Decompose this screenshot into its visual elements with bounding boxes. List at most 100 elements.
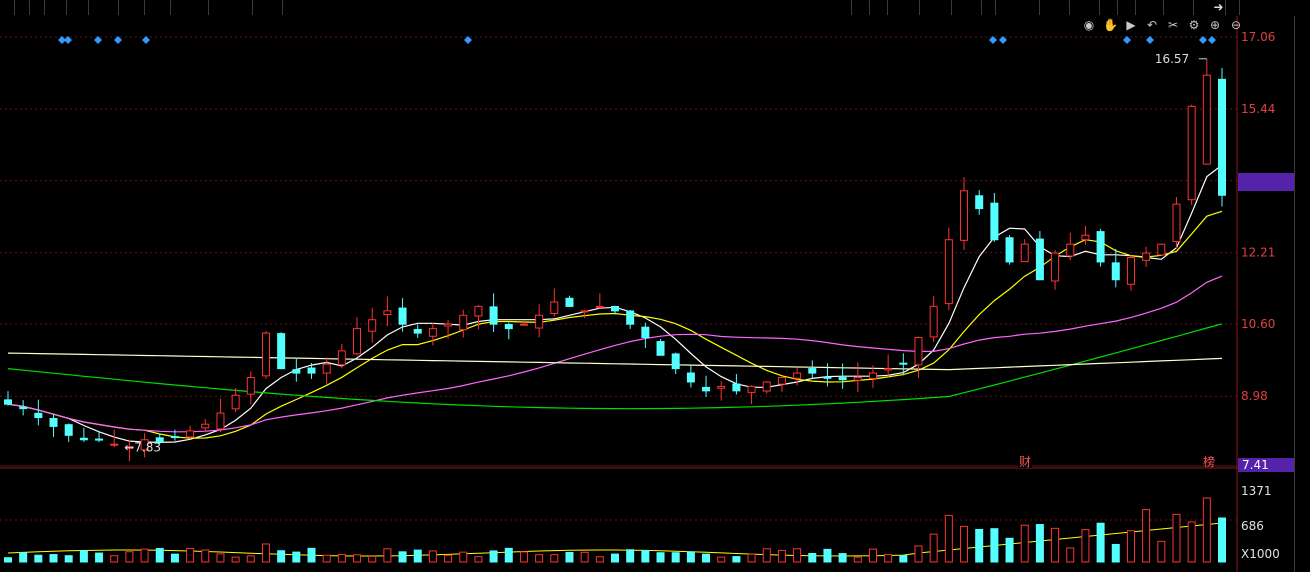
toolbar-button-9[interactable] (1100, 0, 1118, 15)
low-price-label: ←7.83 (124, 440, 161, 454)
period-button-10[interactable] (253, 0, 283, 15)
candle-body (656, 341, 665, 356)
period-button-6[interactable] (119, 0, 145, 15)
volume-bar (292, 551, 301, 563)
candle-body (595, 305, 604, 308)
toolbar-button-4[interactable] (920, 0, 952, 15)
candle-body (337, 350, 346, 366)
period-button-7[interactable] (145, 0, 171, 15)
period-button-4[interactable] (67, 0, 89, 15)
exit-fullscreen-icon[interactable]: ➜ (1212, 0, 1226, 15)
price-axis-label: 8.98 (1241, 389, 1268, 403)
volume-bar (550, 554, 559, 563)
volume-bar (1051, 527, 1060, 563)
candle-body (444, 323, 453, 327)
candle-body (823, 376, 832, 379)
candle-body (201, 423, 210, 429)
candle-body (95, 438, 104, 441)
play-icon[interactable]: ▶ (1124, 18, 1138, 32)
hand-icon[interactable]: ✋ (1103, 18, 1118, 32)
volume-bar (307, 547, 316, 563)
period-button-8[interactable] (171, 0, 209, 15)
volume-bar (914, 545, 923, 563)
volume-bar (19, 552, 28, 563)
candle-body (504, 324, 513, 330)
event-marker-diamond (1123, 36, 1131, 44)
settings-icon[interactable]: ⚙ (1187, 18, 1201, 32)
volume-bar (595, 556, 604, 563)
volume-bar (944, 514, 953, 563)
toolbar-button-2[interactable] (870, 0, 888, 15)
candle-body (459, 314, 468, 331)
last-price-highlight (1238, 173, 1294, 191)
volume-bar (747, 553, 756, 563)
period-button-5[interactable] (89, 0, 119, 15)
volume-bar (398, 551, 407, 563)
right-info-strip (1294, 16, 1310, 572)
volume-bar (808, 553, 817, 563)
toolbar-button-11[interactable] (1136, 0, 1164, 15)
zoom-out-icon[interactable]: ⊖ (1229, 18, 1243, 32)
candle-body (4, 399, 12, 405)
kline-chart[interactable]: 16.57←7.83财榜 17.0615.4413.8312.2110.608.… (0, 0, 1294, 572)
price-axis: 17.0615.4413.8312.2110.608.987.411371686… (1238, 30, 1294, 561)
candle-body (186, 430, 195, 438)
bang-badge-label: 榜 (1203, 454, 1215, 469)
volume-bar (1081, 529, 1090, 563)
candle-body (277, 333, 286, 370)
candle-body (34, 412, 43, 419)
volume-bar (717, 556, 726, 563)
zoom-in-icon[interactable]: ⊕ (1208, 18, 1222, 32)
candle-body (717, 385, 726, 389)
candle-body (353, 328, 362, 355)
candle-body (246, 377, 255, 395)
volume-bar (261, 543, 270, 563)
volume-bar (641, 550, 650, 563)
volume-bar (990, 528, 999, 563)
toolbar-button-1[interactable] (852, 0, 870, 15)
candle-body (641, 326, 650, 339)
volume-bar (1020, 524, 1029, 563)
toolbar-button-12[interactable] (1164, 0, 1194, 15)
indicator-tabs (0, 564, 1294, 572)
candle-body (580, 310, 589, 313)
candle-body (762, 381, 771, 392)
candle-body (49, 418, 58, 427)
candle-body (732, 383, 741, 392)
volume-bar (853, 556, 862, 563)
period-button-1[interactable] (15, 0, 30, 15)
toolbar-button-6[interactable] (996, 0, 1040, 15)
volume-bar (216, 553, 225, 563)
period-button-0[interactable] (0, 0, 15, 15)
volume-bar (884, 554, 893, 563)
toolbar-button-10[interactable] (1118, 0, 1136, 15)
volume-bar (322, 554, 331, 563)
period-button-2[interactable] (30, 0, 45, 15)
volume-bar (4, 557, 12, 563)
toolbar-button-7[interactable] (1040, 0, 1070, 15)
toolbar-button-5[interactable] (952, 0, 982, 15)
event-marker-diamond (142, 36, 150, 44)
volume-bar (519, 551, 528, 563)
volume-bar (1142, 509, 1151, 563)
undo-icon[interactable]: ↶ (1145, 18, 1159, 32)
volume-bar (686, 551, 695, 563)
volume-bar (1202, 497, 1211, 563)
candle-body (808, 368, 817, 374)
scissors-icon[interactable]: ✂ (1166, 18, 1180, 32)
candlesticks (4, 58, 1226, 462)
volume-bar (777, 549, 786, 563)
candle-body (853, 377, 862, 381)
volume-legend (0, 472, 10, 487)
toolbar-button-3[interactable] (888, 0, 920, 15)
moving-average-lines (7, 164, 1223, 557)
toolbar-button-8[interactable] (1070, 0, 1100, 15)
eye-icon[interactable]: ◉ (1082, 18, 1096, 32)
toolbar-button-0[interactable] (834, 0, 852, 15)
menu-dropdown-chevron-icon[interactable] (1226, 0, 1240, 15)
candle-body (1187, 105, 1196, 201)
period-button-3[interactable] (45, 0, 67, 15)
event-dropdown-chevron-icon[interactable] (982, 0, 996, 15)
period-button-9[interactable] (209, 0, 253, 15)
candle-body (611, 305, 619, 312)
